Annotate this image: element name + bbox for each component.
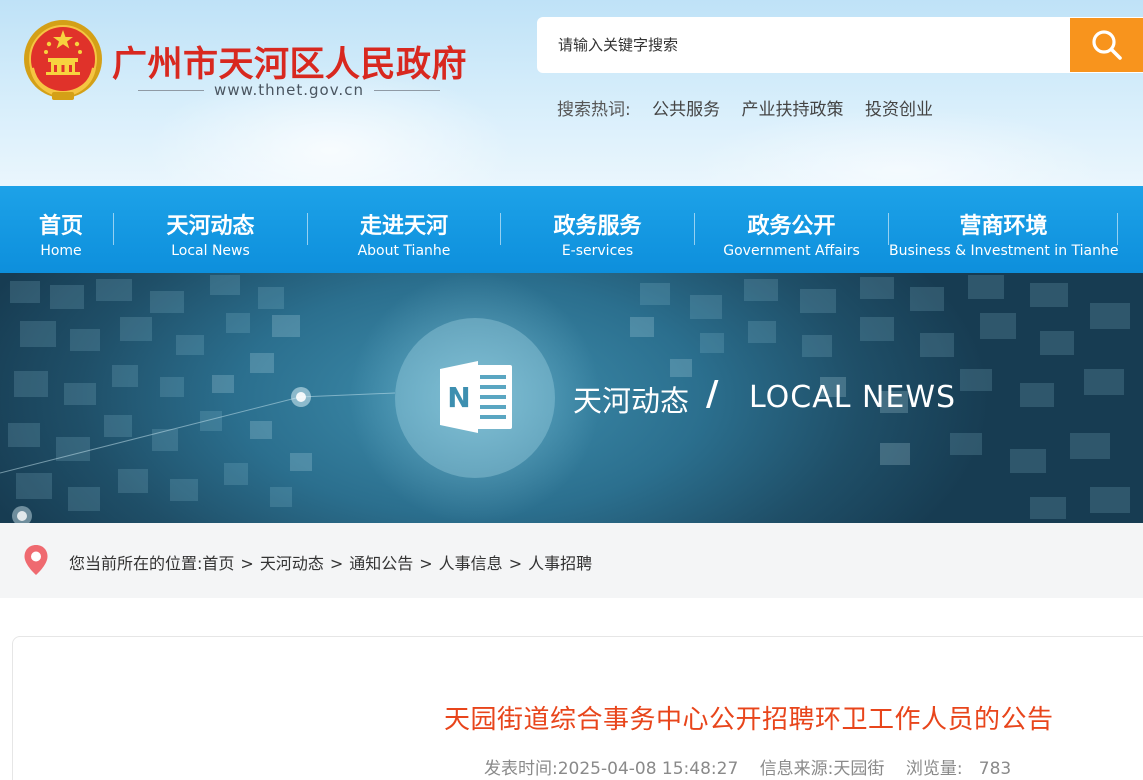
hot-word-link[interactable]: 产业扶持政策 <box>742 100 844 120</box>
section-banner: N <box>0 273 1143 523</box>
nav-item-sublabel: Local News <box>171 243 250 259</box>
hot-word-link[interactable]: 投资创业 <box>865 100 933 120</box>
search-button[interactable] <box>1070 18 1143 72</box>
nav-item-business-environment[interactable]: 营商环境 Business & Investment in Tianhe <box>889 186 1118 273</box>
banner-slash: / <box>706 374 719 414</box>
nav-item-home[interactable]: 首页 Home <box>0 186 122 273</box>
nav-item-label: 天河动态 <box>166 214 255 239</box>
domain-line-right <box>373 89 440 91</box>
nav-item-sublabel: Government Affairs <box>723 243 860 259</box>
nav-item-label: 首页 <box>38 214 83 239</box>
article-source: 信息来源:天园街 <box>759 759 885 779</box>
breadcrumb-separator: > <box>419 554 433 573</box>
breadcrumb-item-recruitment[interactable]: 人事招聘 <box>528 554 592 573</box>
breadcrumb-separator: > <box>329 554 344 573</box>
national-emblem-icon[interactable] <box>22 18 104 104</box>
nav-item-label: 政务服务 <box>553 214 642 239</box>
nav-item-label: 走进天河 <box>359 214 448 239</box>
search-icon <box>1091 30 1122 60</box>
article-views: 浏览量: 783 <box>905 759 1012 779</box>
site-header: 广州市天河区人民政府 www.thnet.gov.cn 搜索热词: 公共服务 产… <box>0 0 1143 186</box>
breadcrumb-item-home[interactable]: 首页 <box>202 554 234 573</box>
main-nav: 首页 Home 天河动态 Local News 走进天河 About Tianh… <box>0 186 1143 273</box>
nav-divider <box>1117 213 1118 245</box>
search-input[interactable] <box>537 17 1070 73</box>
banner-title-en: LOCAL NEWS <box>749 380 957 415</box>
breadcrumb-separator: > <box>240 554 254 573</box>
site-domain-row: www.thnet.gov.cn <box>138 78 440 102</box>
site-domain: www.thnet.gov.cn <box>214 81 364 99</box>
breadcrumb-item-local-news[interactable]: 天河动态 <box>260 554 324 573</box>
nav-item-sublabel: Home <box>40 243 82 259</box>
nav-item-e-services[interactable]: 政务服务 E-services <box>501 186 694 273</box>
article-title: 天园街道综合事务中心公开招聘环卫工作人员的公告 <box>444 705 1054 735</box>
search-box <box>537 17 1143 73</box>
nav-item-sublabel: E-services <box>561 243 634 259</box>
nav-item-label: 营商环境 <box>959 214 1048 239</box>
breadcrumb-separator: > <box>508 554 523 573</box>
nav-item-local-news[interactable]: 天河动态 Local News <box>114 186 307 273</box>
news-icon-letter: N <box>447 381 470 414</box>
breadcrumb-item-notices[interactable]: 通知公告 <box>349 554 413 573</box>
news-notebook-icon: N <box>440 361 512 433</box>
nav-item-government-affairs[interactable]: 政务公开 Government Affairs <box>695 186 888 273</box>
nav-item-about-tianhe[interactable]: 走进天河 About Tianhe <box>308 186 500 273</box>
domain-line-left <box>138 89 205 91</box>
nav-item-sublabel: Business & Investment in Tianhe <box>889 243 1119 259</box>
location-pin-icon <box>24 545 48 575</box>
article-meta: 发表时间:2025-04-08 15:48:27 信息来源:天园街 浏览量: 7… <box>484 754 1027 779</box>
hot-search-words: 搜索热词: 公共服务 产业扶持政策 投资创业 <box>557 95 933 120</box>
breadcrumb: 您当前所在的位置:首页 > 天河动态 > 通知公告 > 人事信息 > 人事招聘 <box>69 550 592 574</box>
nav-item-sublabel: About Tianhe <box>357 243 451 259</box>
hot-word-link[interactable]: 公共服务 <box>652 100 720 120</box>
banner-pattern <box>0 273 1130 523</box>
banner-title-cn: 天河动态 <box>573 384 690 418</box>
breadcrumb-item-personnel-info[interactable]: 人事信息 <box>439 554 503 573</box>
article-publish-time: 发表时间:2025-04-08 15:48:27 <box>484 759 739 779</box>
hot-words-label: 搜索热词: <box>557 100 631 120</box>
breadcrumb-label: 您当前所在的位置: <box>69 554 203 573</box>
nav-item-label: 政务公开 <box>747 214 836 239</box>
